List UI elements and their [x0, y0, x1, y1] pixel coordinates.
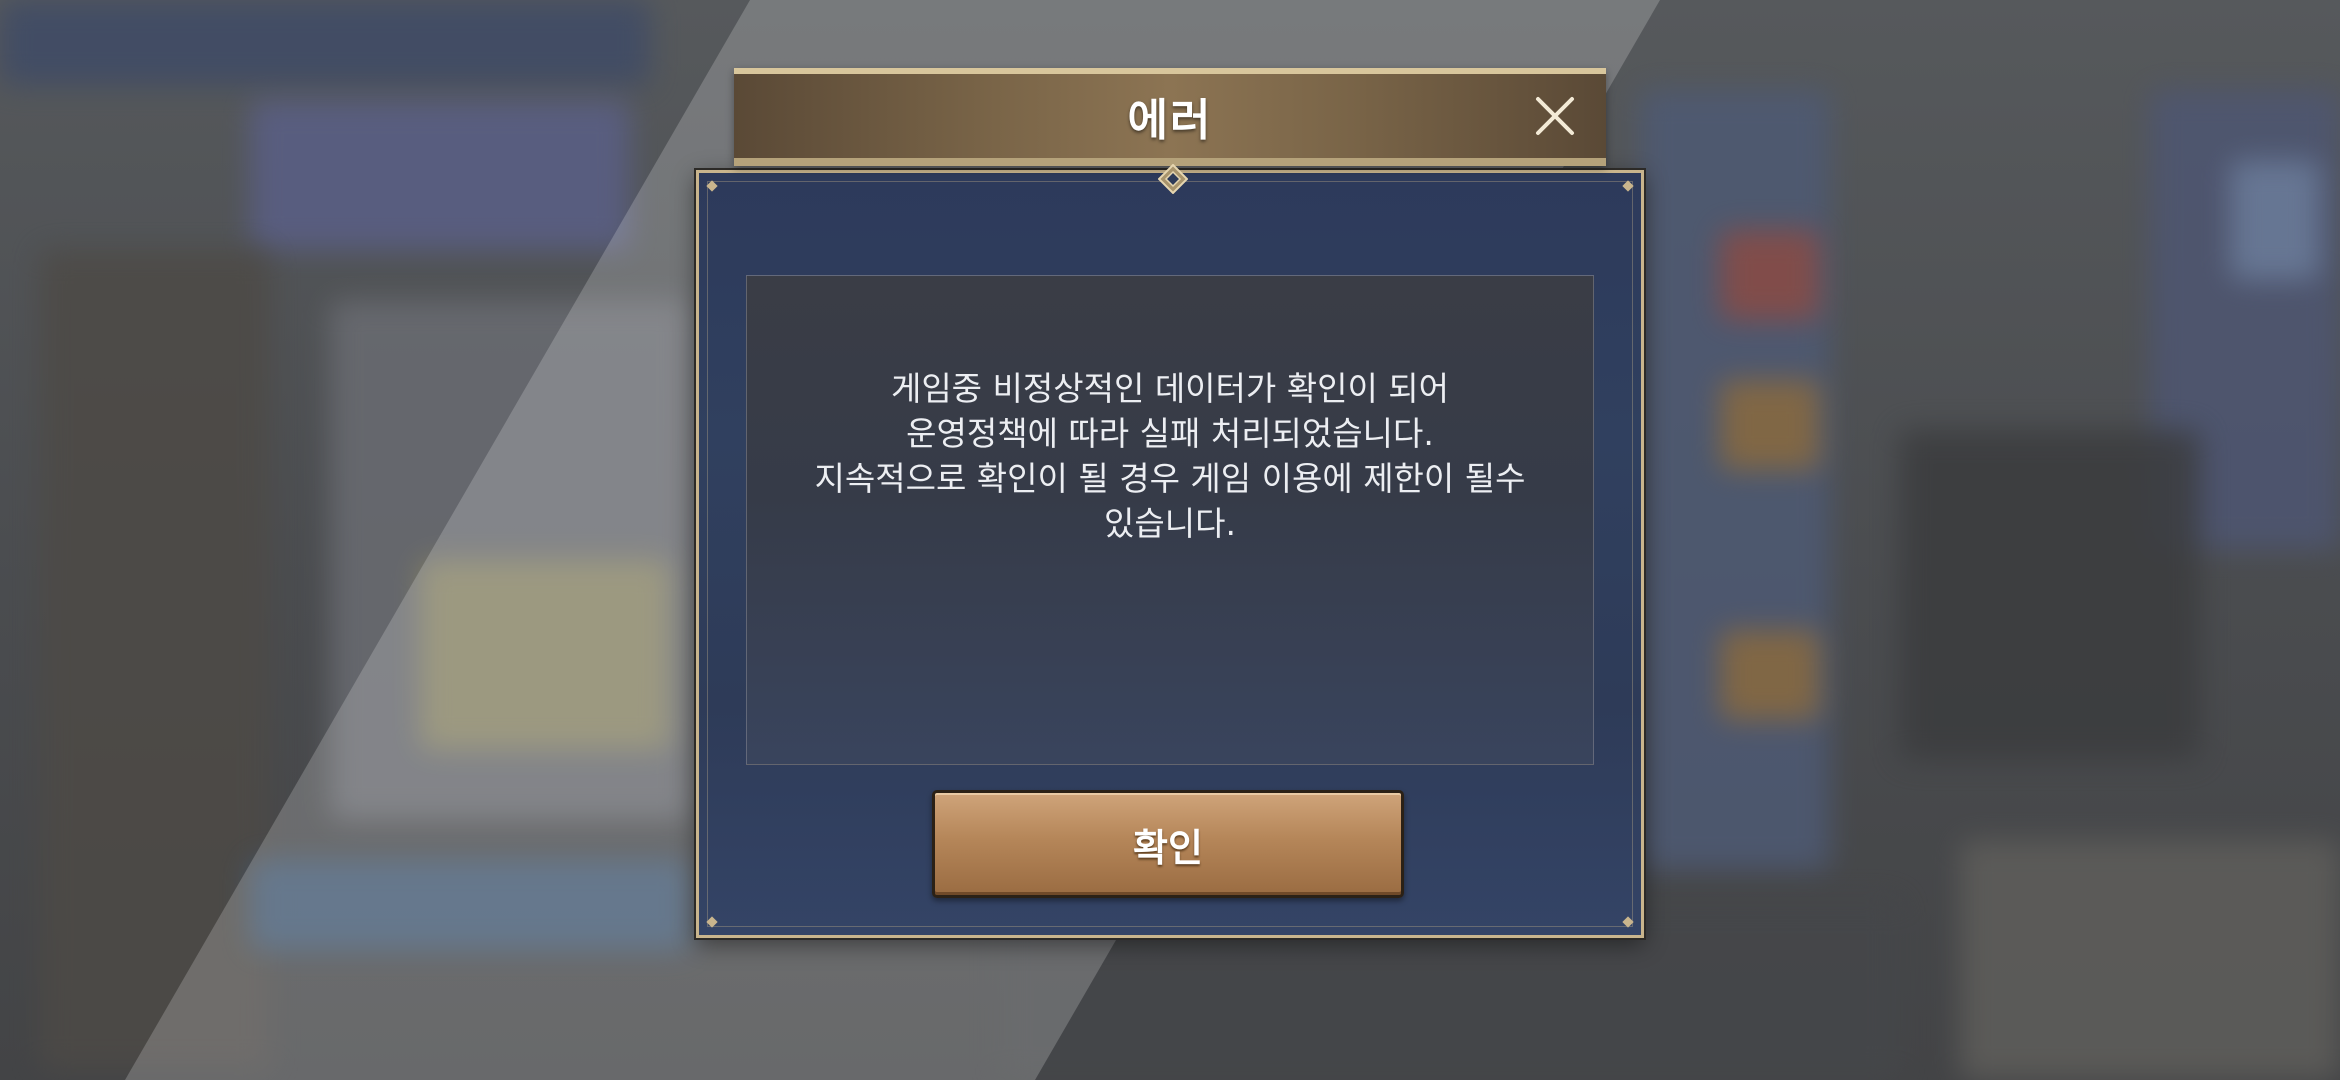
message-panel: 게임중 비정상적인 데이터가 확인이 되어 운영정책에 따라 실패 처리되었습니…: [746, 275, 1594, 765]
corner-ornament: [706, 916, 718, 928]
corner-ornament: [706, 180, 718, 192]
background-shadow: [1900, 430, 2200, 760]
dialog-title-bar: 에러: [734, 68, 1606, 166]
background-item-column: [1640, 90, 1830, 870]
corner-ornament: [1622, 180, 1634, 192]
background-panel: [250, 100, 630, 250]
background-floor: [1960, 840, 2340, 1080]
corner-ornament: [1622, 916, 1634, 928]
message-line: 게임중 비정상적인 데이터가 확인이 되어: [890, 369, 1450, 408]
message-line: 운영정책에 따라 실패 처리되었습니다.: [906, 414, 1434, 453]
close-button[interactable]: [1532, 93, 1578, 139]
diamond-ornament-icon: [1158, 164, 1188, 194]
background-portrait: [2230, 160, 2320, 280]
message-line: 지속적으로 확인이 될 경우 게임 이용에 제한이 될수: [814, 459, 1526, 498]
game-screen: 에러 게임중 비정상적인 데이터가 확인이 되어 운영정책에 따라 실패 처리되…: [0, 0, 2340, 1080]
error-message: 게임중 비정상적인 데이터가 확인이 되어 운영정책에 따라 실패 처리되었습니…: [747, 366, 1593, 546]
confirm-button-label: 확인: [1133, 825, 1203, 870]
dialog-title: 에러: [1127, 95, 1213, 146]
background-top-bar: [0, 0, 650, 85]
background-item-icon: [1720, 380, 1820, 470]
background-item-icon: [1720, 230, 1820, 320]
confirm-button[interactable]: 확인: [932, 790, 1404, 898]
message-line: 있습니다.: [1104, 504, 1236, 543]
close-icon: [1536, 97, 1574, 135]
background-item-icon: [1720, 630, 1820, 720]
